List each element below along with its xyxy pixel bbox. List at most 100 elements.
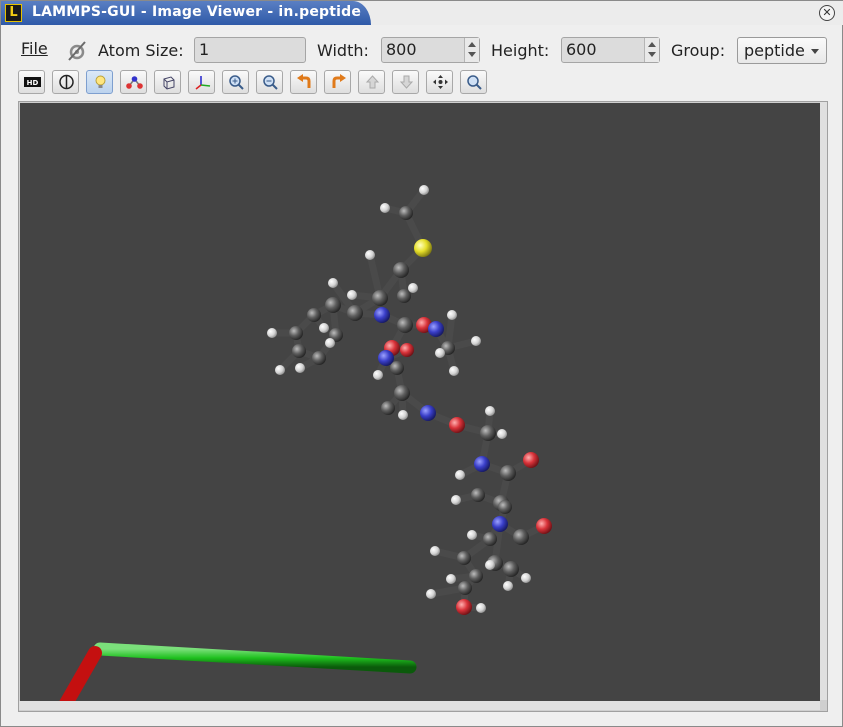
atom-size-field[interactable]: 1 (194, 37, 306, 63)
atom-n (474, 456, 490, 472)
hd-toggle-button[interactable]: HD (18, 70, 45, 94)
height-spin-arrows[interactable] (644, 38, 659, 62)
atom-c (480, 425, 496, 441)
box-toggle-button[interactable] (154, 70, 181, 94)
atom-c (394, 385, 410, 401)
atom-c (483, 532, 497, 546)
rotate-down-button[interactable] (392, 70, 419, 94)
atom-h (455, 470, 465, 480)
atom-c (399, 206, 413, 220)
atom-c (503, 561, 519, 577)
atom-h (365, 250, 375, 260)
molecule-render (59, 185, 552, 701)
reset-view-icon (467, 75, 482, 90)
rotate-left-icon (297, 74, 311, 88)
y-axis (93, 642, 417, 674)
atom-h (325, 338, 335, 348)
atom-c (458, 581, 472, 595)
zoom-in-icon (229, 75, 244, 90)
group-value: peptide (744, 41, 805, 60)
rotate-up-icon (365, 75, 380, 89)
atom-h (485, 406, 495, 416)
atom-n (428, 321, 444, 337)
rotate-right-button[interactable] (324, 70, 351, 94)
rendered-image[interactable] (20, 103, 820, 701)
axes-toggle-button[interactable] (188, 70, 215, 94)
atom-size-label: Atom Size: (98, 41, 184, 60)
atom-h (435, 348, 445, 358)
image-scroll-area (18, 101, 828, 712)
zoom-out-button[interactable] (256, 70, 283, 94)
vdw-style-icon (59, 74, 74, 90)
atom-h (328, 278, 338, 288)
shiny-toggle-button[interactable] (86, 70, 113, 94)
file-menu-label: File (21, 39, 48, 58)
atom-c (513, 529, 529, 545)
atom-c (289, 326, 303, 340)
atom-o (456, 599, 472, 615)
atom-h (275, 365, 285, 375)
rotate-left-button[interactable] (290, 70, 317, 94)
atom-h (373, 370, 383, 380)
reset-view-button[interactable] (460, 70, 487, 94)
file-menu[interactable]: File (21, 39, 48, 58)
settings-row: File Atom Size: 1 Width: 800 Height: 600… (1, 35, 843, 67)
render-settings-icon[interactable] (65, 38, 89, 62)
recenter-button[interactable] (426, 70, 453, 94)
atom-n (374, 307, 390, 323)
box-icon (163, 76, 175, 90)
atom-h (471, 336, 481, 346)
atom-h (447, 310, 457, 320)
atom-o (449, 417, 465, 433)
lightbulb-icon (95, 75, 106, 88)
atom-c (325, 297, 341, 313)
height-value: 600 (566, 40, 597, 59)
atom-c (498, 500, 512, 514)
atom-c (457, 551, 471, 565)
rotate-up-button[interactable] (358, 70, 385, 94)
width-spinbox[interactable]: 800 (381, 37, 480, 63)
group-label: Group: (671, 41, 726, 60)
atom-h (408, 283, 418, 293)
svg-text:HD: HD (27, 79, 39, 87)
hd-icon: HD (24, 77, 41, 87)
atom-h (267, 328, 277, 338)
atom-h (485, 560, 495, 570)
atom-c (471, 488, 485, 502)
atom-h (467, 530, 477, 540)
atom-c (307, 308, 321, 322)
atom-o (523, 452, 539, 468)
atom-c (381, 401, 395, 415)
rotate-right-icon (332, 74, 346, 88)
zoom-in-button[interactable] (222, 70, 249, 94)
atom-h (398, 410, 408, 420)
atom-h (446, 574, 456, 584)
atom-c (292, 344, 306, 358)
atom-c (390, 361, 404, 375)
atom-h (319, 323, 329, 333)
x-axis (59, 646, 102, 701)
horizontal-scrollbar[interactable] (19, 701, 820, 710)
atom-c (397, 317, 413, 333)
width-spin-arrows[interactable] (464, 38, 479, 62)
atom-h (497, 429, 507, 439)
atom-h (380, 203, 390, 213)
vertical-scrollbar[interactable] (820, 102, 827, 700)
recenter-icon (433, 75, 448, 89)
close-icon[interactable]: ✕ (819, 5, 835, 21)
atom-c (397, 289, 411, 303)
group-select[interactable]: peptide (737, 37, 827, 64)
height-spinbox[interactable]: 600 (561, 37, 660, 63)
atom-h (476, 603, 486, 613)
atom-s (414, 239, 432, 257)
atom-h (521, 573, 531, 583)
rotate-down-icon (399, 75, 414, 89)
title-bar[interactable]: L LAMMPS-GUI - Image Viewer - in.peptide… (1, 1, 843, 25)
bonds-toggle-button[interactable] (120, 70, 147, 94)
molecule-bonds (268, 186, 548, 612)
window-title: LAMMPS-GUI - Image Viewer - in.peptide (32, 4, 362, 20)
axes-icon (195, 76, 211, 90)
atom-c (500, 465, 516, 481)
atom-c (372, 290, 388, 306)
vdw-style-button[interactable] (52, 70, 79, 94)
